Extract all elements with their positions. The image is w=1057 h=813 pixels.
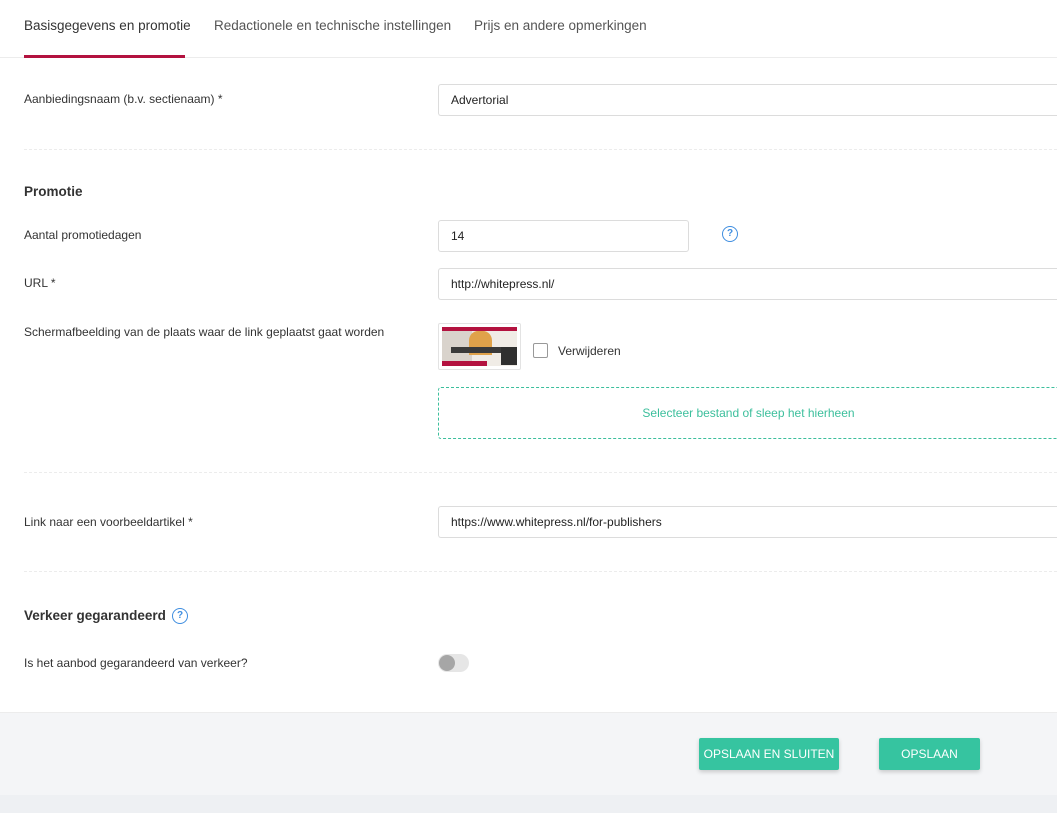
url-input[interactable]: [438, 268, 1057, 300]
save-button[interactable]: OPSLAAN: [879, 738, 980, 770]
tab-redactionele-en-technische-instellingen[interactable]: Redactionele en technische instellingen: [214, 0, 451, 58]
tab-basisgegevens-en-promotie[interactable]: Basisgegevens en promotie: [24, 0, 191, 58]
section-divider: [24, 472, 1057, 473]
promotion-section-title: Promotie: [24, 184, 83, 199]
remove-screenshot-label[interactable]: Verwijderen: [558, 344, 621, 358]
example-article-label: Link naar een voorbeeldartikel *: [24, 515, 193, 529]
example-article-input[interactable]: [438, 506, 1057, 538]
screenshot-preview-image: [442, 327, 517, 366]
traffic-guaranteed-toggle[interactable]: [438, 654, 469, 672]
save-and-close-button[interactable]: OPSLAAN EN SLUITEN: [699, 738, 839, 770]
question-circle-icon[interactable]: ?: [172, 608, 188, 624]
tab-prijs-en-andere-opmerkingen[interactable]: Prijs en andere opmerkingen: [474, 0, 647, 58]
screenshot-thumbnail: [438, 323, 521, 370]
section-divider: [24, 571, 1057, 572]
offer-name-label: Aanbiedingsnaam (b.v. sectienaam) *: [24, 92, 223, 106]
traffic-guaranteed-label: Is het aanbod gegarandeerd van verkeer?: [24, 656, 248, 670]
url-label: URL *: [24, 276, 56, 290]
traffic-section-title: Verkeer gegarandeerd: [24, 608, 166, 623]
toggle-knob: [439, 655, 455, 671]
tab-bar: Basisgegevens en promotie Redactionele e…: [0, 0, 1057, 58]
screenshot-label: Schermafbeelding van de plaats waar de l…: [24, 325, 385, 339]
section-divider: [24, 149, 1057, 150]
promotion-days-input[interactable]: [438, 220, 689, 252]
page-bottom-strip: [0, 795, 1057, 813]
promotion-days-label: Aantal promotiedagen: [24, 228, 142, 242]
offer-name-input[interactable]: [438, 84, 1057, 116]
question-circle-icon[interactable]: ?: [722, 226, 738, 242]
file-dropzone[interactable]: Selecteer bestand of sleep het hierheen: [438, 387, 1057, 439]
remove-screenshot-checkbox[interactable]: [533, 343, 548, 358]
